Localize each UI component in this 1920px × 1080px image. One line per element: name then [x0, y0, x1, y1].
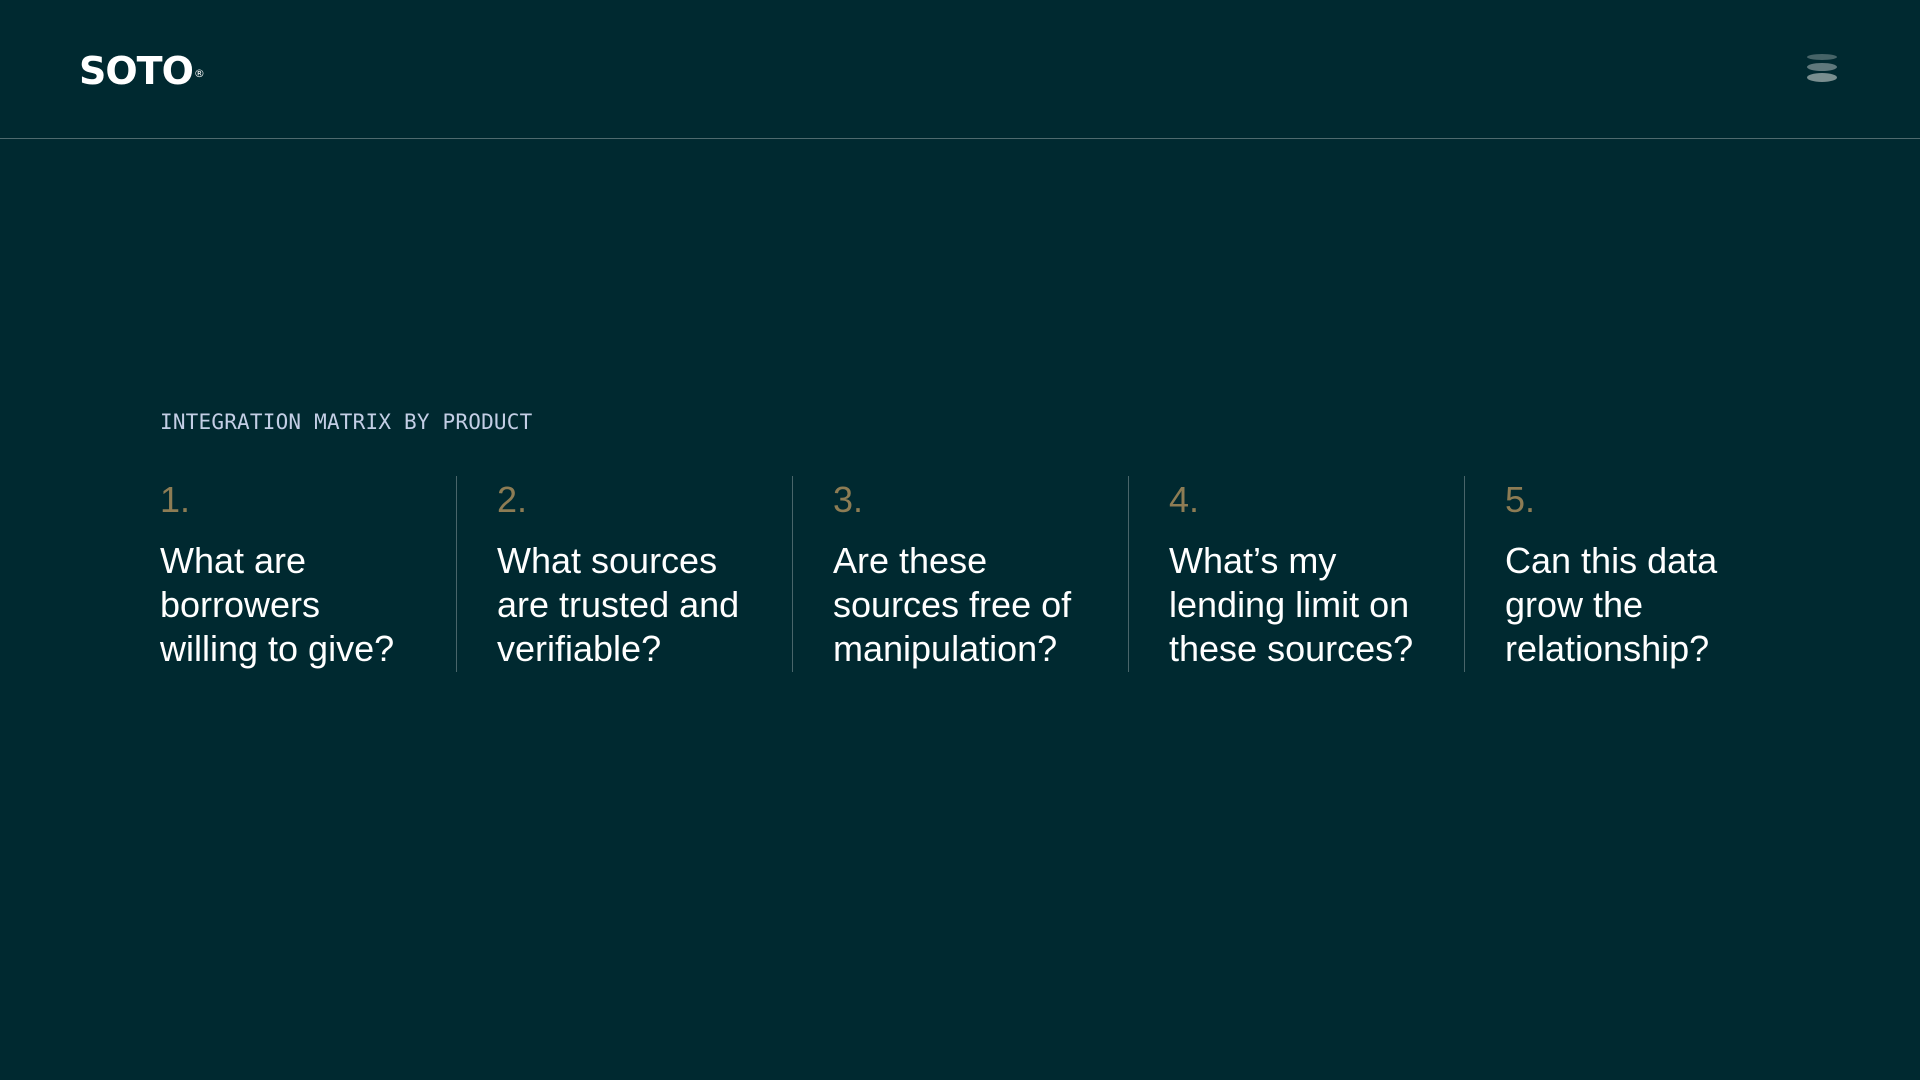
question-number: 4.	[1169, 479, 1200, 520]
question-number: 2.	[497, 479, 528, 520]
question-text: Can this data grow the relationship?	[1505, 540, 1718, 669]
question-number: 1.	[160, 479, 191, 520]
question-text: What’s my lending limit on these sources…	[1169, 540, 1414, 669]
question-number: 3.	[833, 479, 864, 520]
question-number: 5.	[1505, 479, 1536, 520]
question-text: What sources are trusted and verifiable?	[497, 540, 740, 669]
site-header: SOTO®	[0, 0, 1920, 139]
question-item: 1. What are borrowers willing to give?	[120, 476, 456, 672]
question-item: 2. What sources are trusted and verifiab…	[456, 476, 792, 672]
menu-icon-line	[1807, 63, 1837, 71]
section-eyebrow: INTEGRATION MATRIX BY PRODUCT	[160, 410, 533, 434]
questions-row: 1. What are borrowers willing to give? 2…	[120, 476, 1800, 672]
question-item: 3. Are these sources free of manipulatio…	[792, 476, 1128, 672]
logo-text: SOTO	[79, 49, 194, 93]
menu-icon-line	[1807, 54, 1837, 60]
question-text: What are borrowers willing to give?	[160, 540, 395, 669]
question-item: 5. Can this data grow the relationship?	[1464, 476, 1800, 672]
soto-logo[interactable]: SOTO®	[79, 49, 205, 93]
question-text: Are these sources free of manipulation?	[833, 540, 1072, 669]
question-item: 4. What’s my lending limit on these sour…	[1128, 476, 1464, 672]
menu-icon-line	[1807, 73, 1837, 82]
registered-mark: ®	[193, 67, 205, 80]
menu-icon[interactable]	[1803, 50, 1841, 90]
